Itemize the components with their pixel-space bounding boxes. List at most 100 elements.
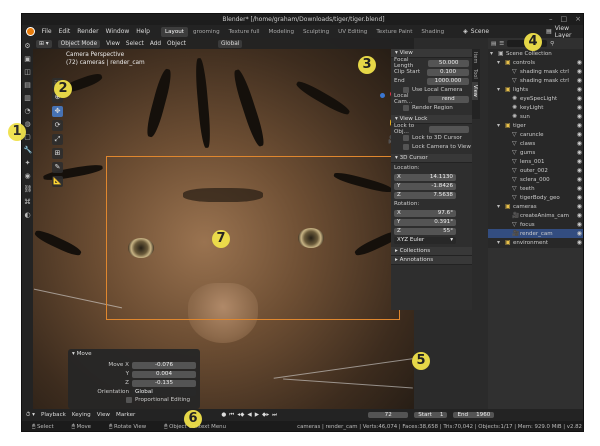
minimize-icon[interactable]: – xyxy=(549,14,553,25)
viewport-menu-view[interactable]: View xyxy=(106,41,120,47)
timeline-menu-playback[interactable]: Playback xyxy=(41,412,66,418)
gizmo-z-axis-icon[interactable] xyxy=(380,93,385,98)
properties-icon[interactable]: ▣ xyxy=(24,55,32,63)
next-keyframe-icon[interactable]: ◆▸ xyxy=(262,412,269,419)
visibility-eye-icon[interactable]: ◉ xyxy=(577,131,582,138)
outliner-row[interactable]: ▽ tigerBody_geo ◉ xyxy=(488,193,583,202)
constraints-icon[interactable]: ⛓ xyxy=(24,185,33,193)
end-frame-field[interactable]: End 1960 xyxy=(453,412,495,418)
close-icon[interactable]: × xyxy=(575,14,581,25)
visibility-eye-icon[interactable]: ◉ xyxy=(577,158,582,165)
visibility-eye-icon[interactable]: ◉ xyxy=(577,203,582,210)
visibility-eye-icon[interactable]: ◉ xyxy=(577,230,582,237)
play-icon[interactable]: ▶ xyxy=(255,412,259,419)
expand-arrow-icon[interactable]: ▾ xyxy=(497,122,503,129)
sidebar-tab-item[interactable]: Item xyxy=(472,49,478,66)
jump-start-icon[interactable]: ⏮ xyxy=(229,412,234,419)
visibility-eye-icon[interactable]: ◉ xyxy=(577,113,582,120)
cursor-rot-x-field[interactable]: X 97.6° xyxy=(394,209,456,217)
outliner-row[interactable]: ▾ ▣ cameras ◉ xyxy=(488,202,583,211)
record-icon[interactable]: ● xyxy=(221,412,226,419)
expand-arrow-icon[interactable]: ▾ xyxy=(497,239,503,246)
tab-uv-editing[interactable]: UV Editing xyxy=(334,27,371,37)
blender-logo-icon[interactable] xyxy=(26,27,35,36)
annotate-tool-icon[interactable]: ✎ xyxy=(52,162,63,173)
play-reverse-icon[interactable]: ◀ xyxy=(247,412,251,419)
3d-viewport[interactable]: ⊞ ▾ Object Mode View Select Add Object G… xyxy=(33,38,414,409)
sidebar-tab-tool[interactable]: Tool xyxy=(472,66,478,82)
expand-arrow-icon[interactable]: ▾ xyxy=(497,86,503,93)
outliner-row[interactable]: ▾ ▣ tiger ◉ xyxy=(488,121,583,130)
render-icon[interactable]: ◫ xyxy=(24,68,32,76)
transform-tool-icon[interactable]: ⊞ xyxy=(52,148,63,159)
data-icon[interactable]: ⌘ xyxy=(24,198,32,206)
outliner-row[interactable]: ▽ shading mask ctrl ◉ xyxy=(488,67,583,76)
render-region-checkbox[interactable] xyxy=(403,105,409,111)
visibility-eye-icon[interactable]: ◉ xyxy=(577,167,582,174)
tab-texture-paint[interactable]: Texture Paint xyxy=(372,27,416,37)
view-layer-selector[interactable]: ▤ View Layer xyxy=(546,25,583,39)
particles-icon[interactable]: ✦ xyxy=(24,159,32,167)
outliner-row[interactable]: ✺ keyLight ◉ xyxy=(488,103,583,112)
view-layer-tab-icon[interactable]: ▥ xyxy=(24,94,32,102)
cursor-rot-y-field[interactable]: Y 0.391° xyxy=(394,218,456,226)
modifier-icon[interactable]: 🔧 xyxy=(24,146,33,154)
proportional-editing-checkbox[interactable] xyxy=(126,397,132,403)
3d-cursor-section-header[interactable]: ▾ 3D Cursor xyxy=(391,154,472,163)
redo-panel-title[interactable]: ▾ Move xyxy=(72,351,196,357)
visibility-eye-icon[interactable]: ◉ xyxy=(577,68,582,75)
scene-tab-icon[interactable]: ◔ xyxy=(24,107,32,115)
current-frame-field[interactable]: 72 xyxy=(368,412,409,418)
outliner-row[interactable]: ▽ teeth ◉ xyxy=(488,184,583,193)
outliner-row[interactable]: ▽ focus ◉ xyxy=(488,220,583,229)
scene-selector[interactable]: ◈ Scene xyxy=(463,28,489,35)
outliner-row[interactable]: ▽ outer_002 ◉ xyxy=(488,166,583,175)
tool-settings-icon[interactable]: ⚙ xyxy=(24,42,32,50)
cursor-loc-x-field[interactable]: X 14.1130 xyxy=(394,173,456,181)
lock-3d-cursor-checkbox[interactable] xyxy=(403,135,409,141)
measure-tool-icon[interactable]: 📐 xyxy=(52,176,63,187)
visibility-eye-icon[interactable]: ◉ xyxy=(577,194,582,201)
start-frame-field[interactable]: Start 1 xyxy=(414,412,448,418)
outliner-row[interactable]: ▽ shading mask ctrl ◉ xyxy=(488,76,583,85)
tab-layout[interactable]: Layout xyxy=(160,26,188,37)
annotations-section-header[interactable]: ▸ Annotations xyxy=(391,256,472,265)
outliner-row[interactable]: ▽ gums ◉ xyxy=(488,148,583,157)
viewport-menu-object[interactable]: Object xyxy=(167,41,186,47)
output-icon[interactable]: ▤ xyxy=(24,81,32,89)
editor-type-button[interactable]: ⊞ ▾ xyxy=(36,39,52,48)
outliner-row[interactable]: ▽ sclera_000 ◉ xyxy=(488,175,583,184)
visibility-eye-icon[interactable]: ◉ xyxy=(577,176,582,183)
lock-camera-row[interactable]: Lock Camera to View xyxy=(391,143,472,151)
expand-arrow-icon[interactable]: ▾ xyxy=(490,50,496,57)
lock-camera-checkbox[interactable] xyxy=(403,144,409,150)
maximize-icon[interactable]: □ xyxy=(561,14,568,25)
outliner-row[interactable]: ▾ ▣ controls ◉ xyxy=(488,58,583,67)
tab-grooming[interactable]: grooming xyxy=(189,27,224,37)
material-icon[interactable]: ◐ xyxy=(24,211,32,219)
properties-editor[interactable] xyxy=(488,248,583,409)
clip-end-field[interactable]: 1000.000 xyxy=(427,77,469,85)
tab-texture-full[interactable]: Texture full xyxy=(225,27,264,37)
move-z-field[interactable]: -0.135 xyxy=(132,379,196,387)
rotation-mode-dropdown[interactable]: XYZ Euler ▾ xyxy=(394,236,456,244)
mode-selector[interactable]: Object Mode xyxy=(57,39,101,48)
expand-arrow-icon[interactable]: ▾ xyxy=(497,59,503,66)
outliner-editor-icon[interactable]: ▤ xyxy=(491,41,496,47)
visibility-eye-icon[interactable]: ◉ xyxy=(577,221,582,228)
tab-sculpting[interactable]: Sculpting xyxy=(299,27,333,37)
timeline-menu-marker[interactable]: Marker xyxy=(116,412,135,418)
physics-icon[interactable]: ◉ xyxy=(24,172,32,180)
cursor-loc-y-field[interactable]: Y -1.8426 xyxy=(394,182,456,190)
prev-keyframe-icon[interactable]: ◂◆ xyxy=(237,412,244,419)
visibility-eye-icon[interactable]: ◉ xyxy=(577,77,582,84)
visibility-eye-icon[interactable]: ◉ xyxy=(577,149,582,156)
proportional-editing-row[interactable]: Proportional Editing xyxy=(126,397,196,403)
move-y-field[interactable]: 0.004 xyxy=(132,370,196,378)
orientation-dropdown[interactable]: Global xyxy=(132,388,196,396)
visibility-eye-icon[interactable]: ◉ xyxy=(577,59,582,66)
timeline-editor-icon[interactable]: ⏱ ▾ xyxy=(26,412,35,419)
menu-file[interactable]: File xyxy=(42,28,52,35)
visibility-eye-icon[interactable]: ◉ xyxy=(577,122,582,129)
viewport-menu-select[interactable]: Select xyxy=(126,41,144,47)
